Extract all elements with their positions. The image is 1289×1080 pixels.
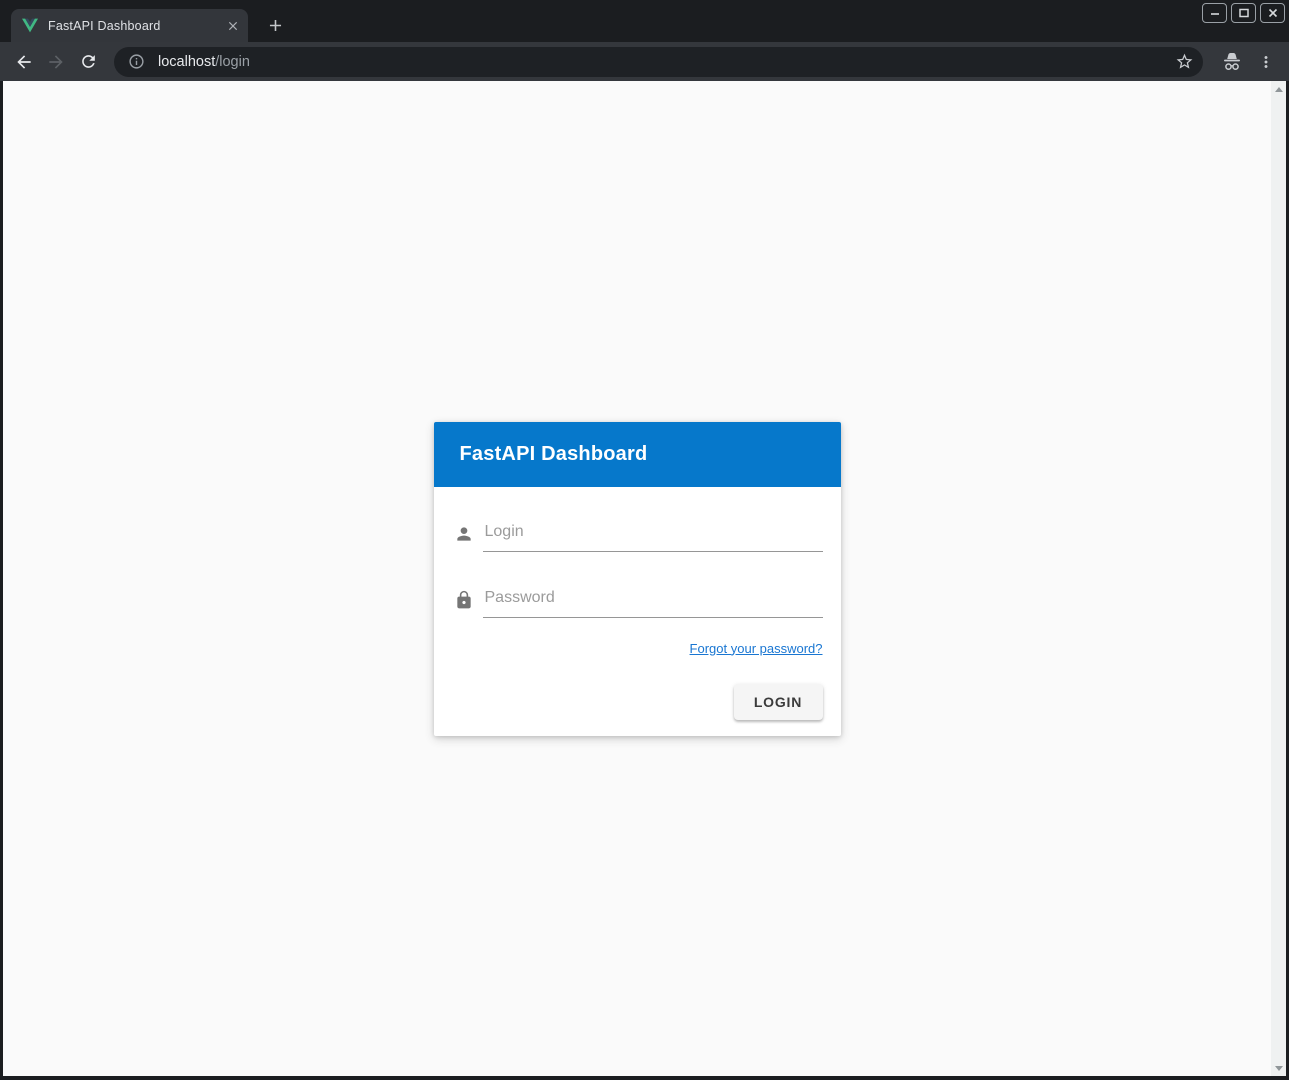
close-icon: [1267, 7, 1279, 19]
person-icon: [454, 524, 474, 544]
page-scrollbar[interactable]: [1271, 81, 1286, 1076]
address-bar[interactable]: localhost/login: [114, 47, 1203, 77]
browser-titlebar: FastAPI Dashboard: [0, 0, 1289, 42]
password-input[interactable]: [483, 588, 823, 618]
arrow-back-icon: [14, 52, 34, 72]
password-field-row: [454, 588, 823, 618]
tab-close-icon[interactable]: [224, 17, 242, 35]
bookmark-button[interactable]: [1171, 49, 1197, 75]
login-card: FastAPI Dashboard Forgot your passwo: [434, 422, 841, 736]
site-info-button[interactable]: [125, 51, 147, 73]
window-close-button[interactable]: [1260, 3, 1285, 23]
tab-title: FastAPI Dashboard: [48, 19, 224, 33]
browser-tab[interactable]: FastAPI Dashboard: [11, 9, 248, 42]
browser-menu-button[interactable]: [1253, 49, 1279, 75]
incognito-indicator: [1217, 48, 1247, 76]
window-maximize-button[interactable]: [1231, 3, 1256, 23]
maximize-icon: [1238, 7, 1250, 19]
arrow-forward-icon: [46, 52, 66, 72]
lock-icon: [454, 590, 474, 610]
login-card-header: FastAPI Dashboard: [434, 422, 841, 487]
back-button[interactable]: [10, 48, 38, 76]
login-button-row: LOGIN: [454, 684, 823, 728]
browser-window: FastAPI Dashboard: [0, 0, 1289, 1080]
incognito-icon: [1220, 50, 1244, 74]
url-host: localhost: [158, 54, 215, 70]
page-viewport: FastAPI Dashboard Forgot your passwo: [3, 81, 1286, 1076]
vue-logo-icon: [22, 18, 38, 34]
scrollbar-up-button[interactable]: [1271, 81, 1286, 97]
reload-button[interactable]: [74, 48, 102, 76]
star-outline-icon: [1175, 52, 1194, 71]
new-tab-button[interactable]: [261, 11, 289, 39]
login-card-body: Forgot your password? LOGIN: [434, 487, 841, 736]
forgot-password-row: Forgot your password?: [454, 640, 823, 658]
login-field-row: [454, 522, 823, 552]
plus-icon: [266, 16, 285, 35]
three-dot-menu-icon: [1257, 53, 1275, 71]
forgot-password-link[interactable]: Forgot your password?: [690, 641, 823, 656]
login-card-title: FastAPI Dashboard: [460, 443, 648, 466]
scroll-up-arrow-icon: [1275, 87, 1283, 92]
scrollbar-down-button[interactable]: [1271, 1060, 1286, 1076]
minimize-icon: [1209, 7, 1221, 19]
window-minimize-button[interactable]: [1202, 3, 1227, 23]
reload-icon: [79, 52, 98, 71]
login-button[interactable]: LOGIN: [734, 684, 823, 720]
window-controls: [1202, 3, 1285, 23]
forward-button[interactable]: [42, 48, 70, 76]
url-text[interactable]: localhost/login: [158, 54, 250, 70]
browser-toolbar: localhost/login: [0, 42, 1289, 81]
login-input[interactable]: [483, 522, 823, 552]
url-path: /login: [215, 54, 250, 70]
scroll-down-arrow-icon: [1275, 1066, 1283, 1071]
info-circle-icon: [128, 53, 145, 70]
